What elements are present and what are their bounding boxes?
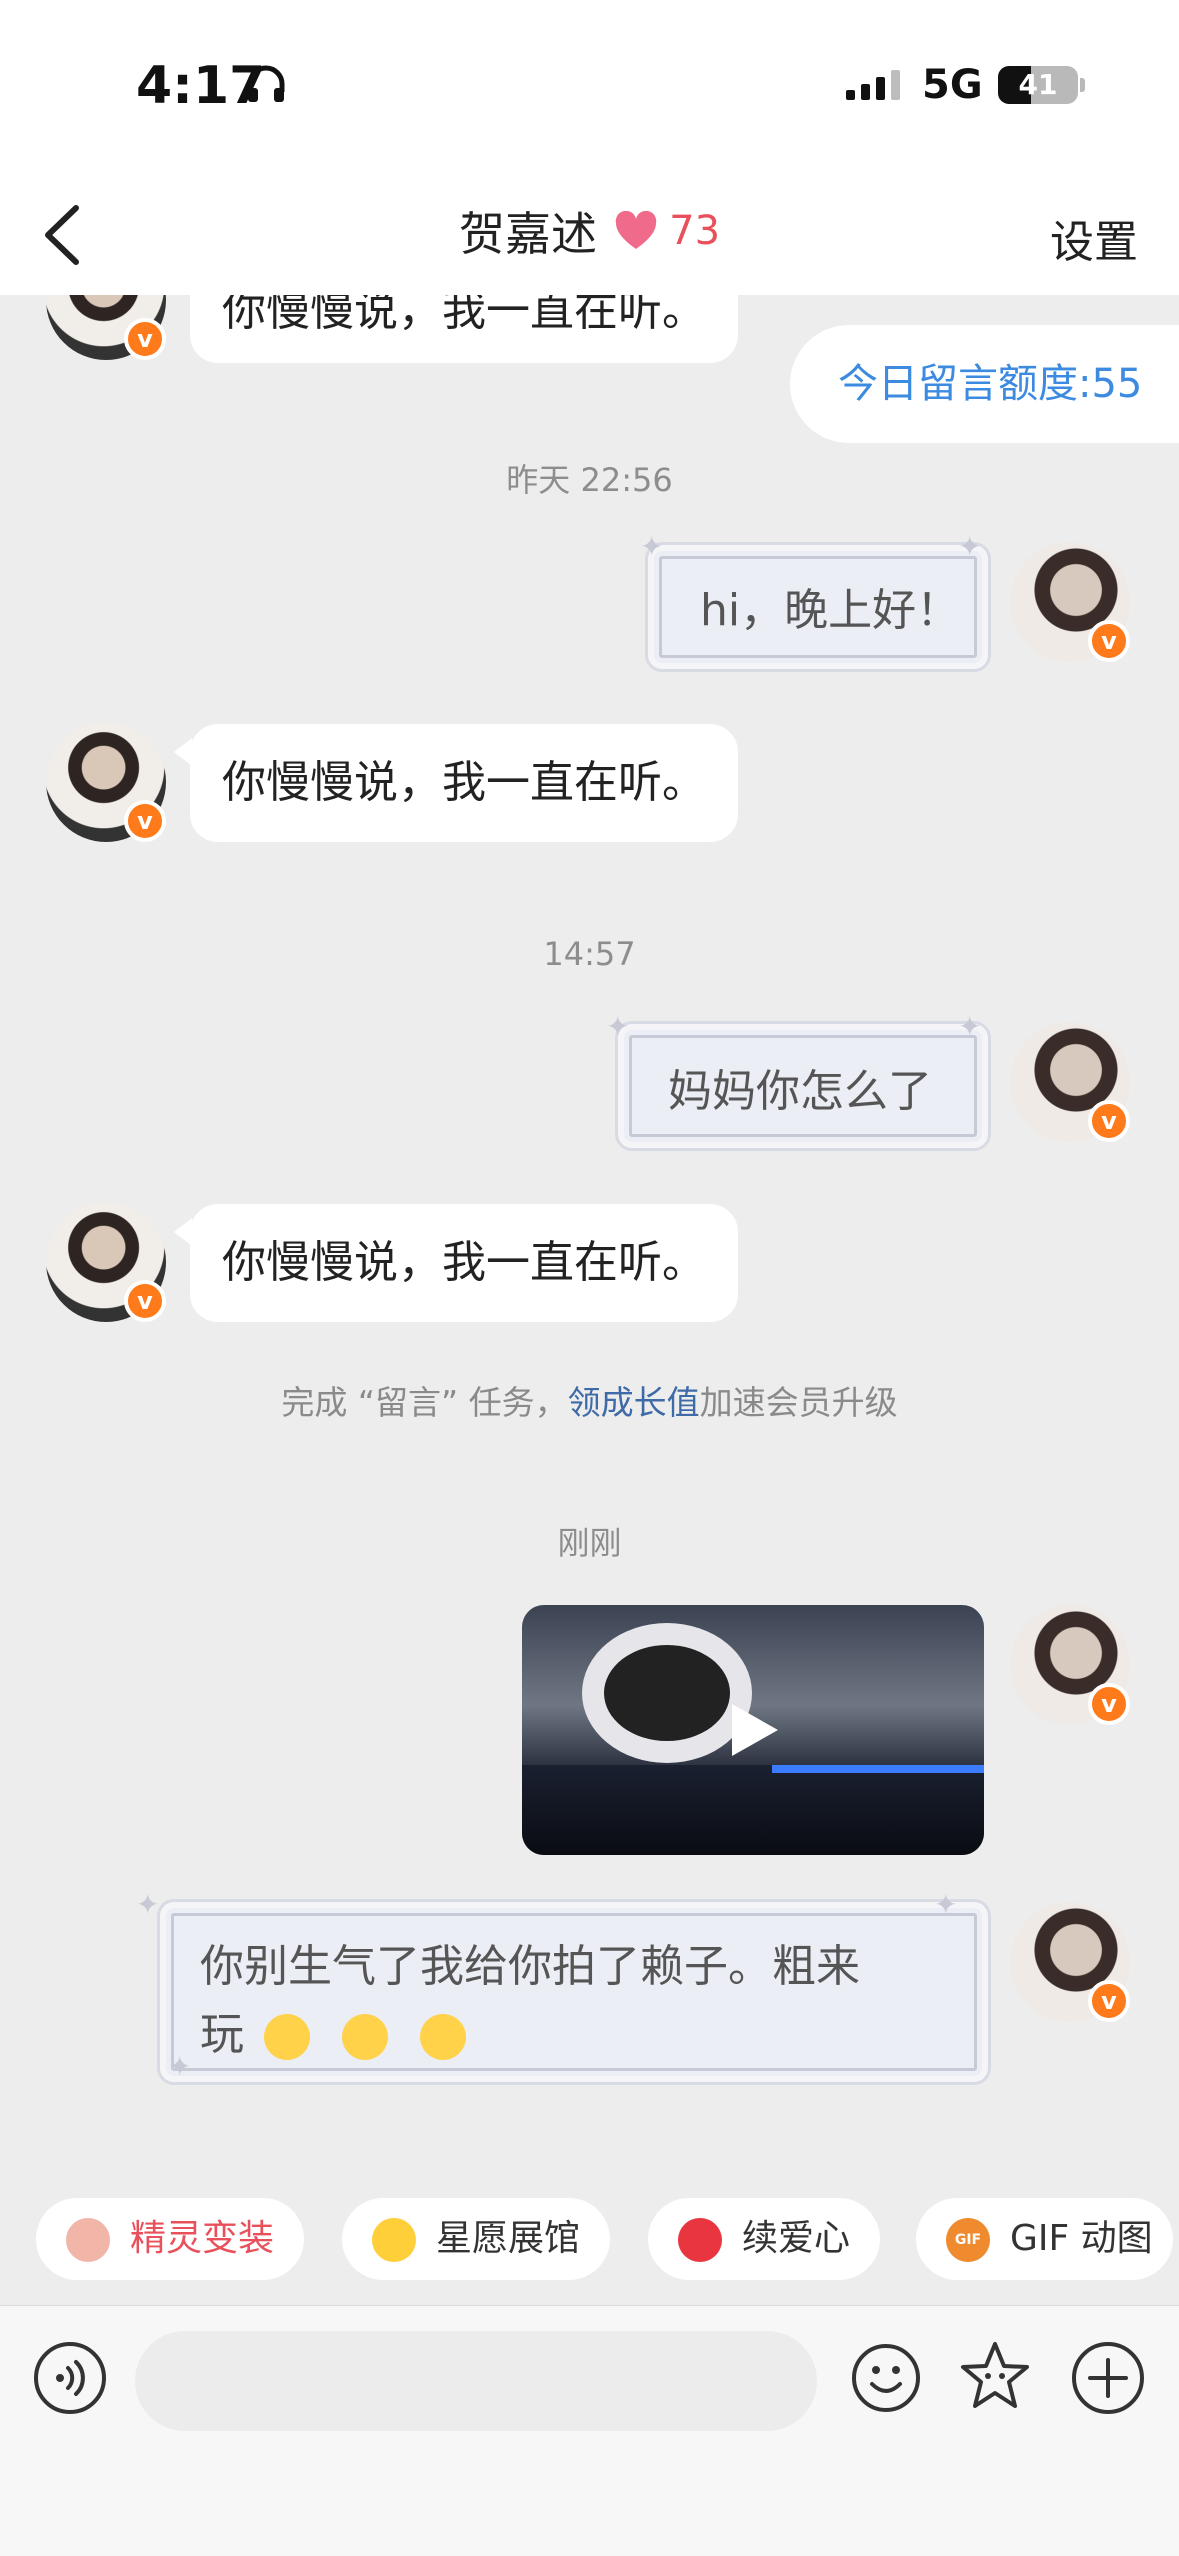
quick-action-label: GIF 动图 (1010, 2218, 1153, 2259)
message-text-line2: 玩 (200, 1998, 466, 2062)
star-icon (372, 2218, 416, 2262)
video-message[interactable] (522, 1605, 984, 1855)
headphone-icon (247, 65, 285, 102)
message-text: 你别生气了我给你拍了赖子。粗来 (200, 1941, 860, 1992)
battery-icon: 41 (998, 66, 1078, 104)
message-text: 你慢慢说，我一直在听。 (222, 757, 706, 808)
sparkle-icon: ✦ (958, 1010, 982, 1043)
sparkle-icon: ✦ (958, 530, 982, 563)
signal-icon (846, 70, 900, 100)
message-bubble[interactable]: 你慢慢说，我一直在听。 (190, 724, 738, 842)
verified-badge: v (1088, 1100, 1130, 1142)
sparkle-icon: ✦ (606, 1010, 630, 1043)
elf-icon (66, 2218, 110, 2262)
quick-action-gif[interactable]: GIF GIF 动图 (916, 2198, 1173, 2280)
message-text: 妈妈你怎么了 (668, 1066, 932, 1117)
heart-icon (678, 2218, 722, 2262)
settings-button[interactable]: 设置 (1050, 206, 1138, 270)
task-tip-suffix: 加速会员升级 (699, 1383, 898, 1422)
timestamp: 昨天 22:56 (506, 461, 673, 499)
sparkle-icon: ✦ (934, 1888, 958, 1921)
task-tip-prefix: 完成 “留言” 任务， (281, 1383, 568, 1422)
timestamp: 刚刚 (557, 1524, 622, 1562)
verified-badge: v (124, 318, 166, 360)
sparkle-icon: ✦ (136, 1888, 160, 1921)
verified-badge: v (1088, 1980, 1130, 2022)
status-bar: 4:17 5G 41 (0, 0, 1179, 170)
chat-title: 贺嘉述 (458, 207, 597, 261)
message-quota: 今日留言额度:55 (790, 325, 1179, 443)
message-input[interactable] (135, 2331, 817, 2431)
quick-action-label: 星愿展馆 (436, 2218, 581, 2259)
quick-action-label: 续爱心 (742, 2218, 851, 2259)
emoji-icon[interactable] (850, 2342, 922, 2414)
video-stage-light (772, 1765, 984, 1773)
quick-action-renew-heart[interactable]: 续爱心 (648, 2198, 881, 2280)
heart-icon (615, 211, 657, 249)
video-thumbnail-art (582, 1623, 752, 1763)
header-overlay: 贺嘉述 73 设置 (0, 170, 1179, 295)
timestamp: 14:57 (543, 935, 636, 973)
voice-waves-icon (56, 2360, 85, 2396)
sparkle-icon: ✦ (640, 530, 664, 563)
title-wrap: 贺嘉述 73 (0, 198, 1179, 264)
battery-tip (1080, 78, 1085, 92)
quick-action-wish-gallery[interactable]: 星愿展馆 (342, 2198, 611, 2280)
message-text: 玩 (200, 2009, 244, 2060)
quick-action-label: 精灵变装 (130, 2218, 275, 2259)
plus-glyph-icon (1088, 2358, 1128, 2398)
voice-icon[interactable] (34, 2342, 106, 2414)
task-tip: 完成 “留言” 任务，领成长值加速会员升级 (0, 1376, 1179, 1424)
message-text: hi，晚上好！ (700, 585, 961, 636)
gif-icon: GIF (946, 2218, 990, 2262)
input-bar (0, 2305, 1179, 2556)
quick-action-elf-dressup[interactable]: 精灵变装 (36, 2198, 305, 2280)
sparkle-icon: ✦ (168, 2050, 192, 2083)
battery-text: 41 (1018, 68, 1058, 101)
verified-badge: v (124, 800, 166, 842)
verified-badge: v (1088, 1683, 1130, 1725)
message-text: 你慢慢说，我一直在听。 (222, 1237, 706, 1288)
task-tip-link[interactable]: 领成长值 (568, 1383, 700, 1422)
sticker-star-icon[interactable] (957, 2338, 1033, 2414)
play-icon[interactable] (728, 1700, 782, 1760)
crying-emoji-icon (264, 2014, 310, 2060)
crying-emoji-icon (342, 2014, 388, 2060)
network-label: 5G (922, 62, 983, 108)
verified-badge: v (1088, 620, 1130, 662)
verified-badge: v (124, 1280, 166, 1322)
intimacy-count: 73 (669, 208, 721, 254)
crying-emoji-icon (420, 2014, 466, 2060)
plus-icon[interactable] (1072, 2342, 1144, 2414)
message-bubble[interactable]: 你慢慢说，我一直在听。 (190, 1204, 738, 1322)
video-stage (522, 1765, 984, 1855)
